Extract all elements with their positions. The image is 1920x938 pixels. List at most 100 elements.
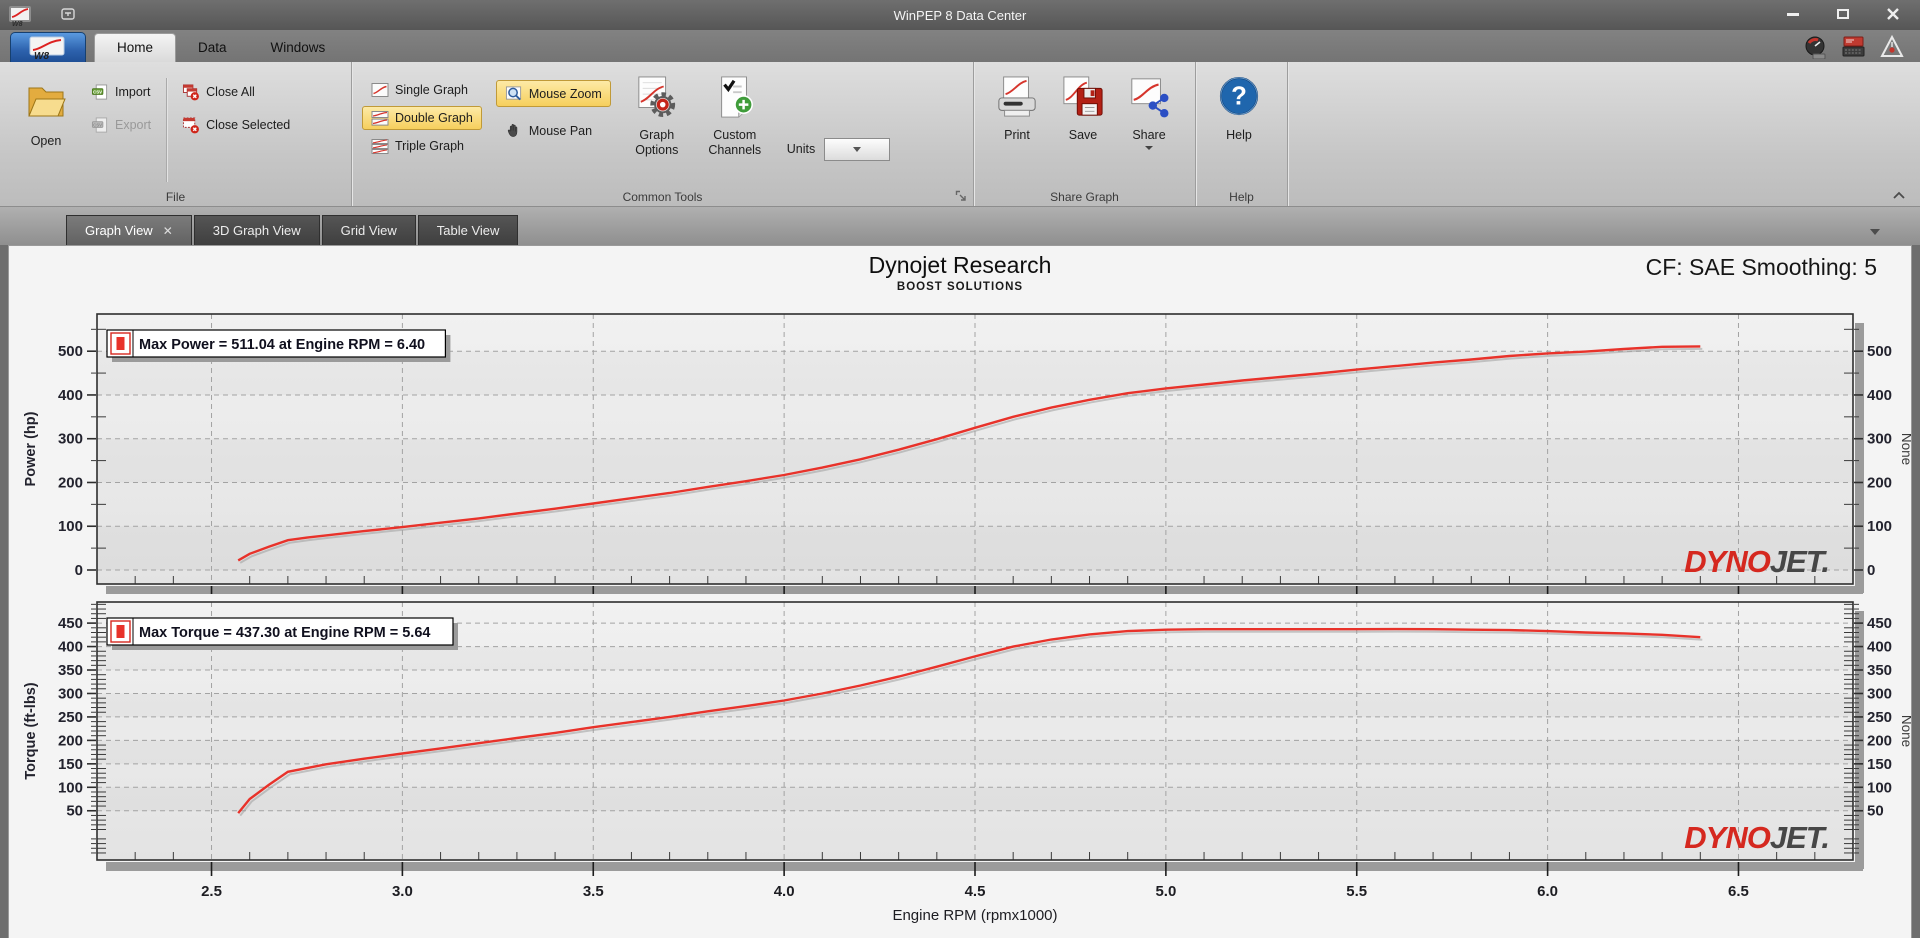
print-button[interactable]: Print <box>984 68 1050 186</box>
minimize-button[interactable] <box>1776 3 1810 25</box>
open-button[interactable]: Open <box>10 68 82 186</box>
svg-text:CSV: CSV <box>93 89 102 94</box>
question-icon: ? <box>1219 76 1259 116</box>
y-tick-label-right: 0 <box>1867 562 1875 579</box>
mouse-zoom-button[interactable]: Mouse Zoom <box>495 80 611 107</box>
double-graph-button[interactable]: Double Graph <box>362 106 482 130</box>
printer-icon <box>998 76 1036 117</box>
tab-list-dropdown-icon[interactable] <box>1870 229 1880 235</box>
title-bar: W8 WinPEP 8 Data Center <box>0 0 1920 30</box>
hand-icon <box>507 124 518 137</box>
close-button[interactable] <box>1876 3 1910 25</box>
power-chart[interactable]: DYNOJET. 0 0 100 100 200 200 300 300 400 400 500 500… <box>9 304 1911 594</box>
y-tick-label-right: 350 <box>1867 662 1892 679</box>
graph-title: Dynojet Research <box>868 252 1052 278</box>
window-title: WinPEP 8 Data Center <box>893 7 1027 23</box>
ribbon-group-share: Print Save Share Share Graph <box>974 62 1196 206</box>
graph-options-button[interactable]: Graph Options <box>621 68 693 186</box>
module-icon[interactable] <box>1842 35 1866 59</box>
y-tick-label-right: 300 <box>1867 431 1892 448</box>
y-tick-label: 50 <box>66 803 83 820</box>
y-tick-label-right: 450 <box>1867 615 1892 632</box>
chevron-up-icon[interactable] <box>1892 190 1906 202</box>
graph-header: Dynojet Research BOOST SOLUTIONS CF: SAE… <box>9 246 1911 304</box>
custom-channels-button[interactable]: Custom Channels <box>693 68 777 186</box>
ribbon: Open CSV Import CSV Export Close All Clo… <box>0 62 1920 207</box>
close-all-button[interactable]: Close All <box>173 80 299 104</box>
y-tick-label-right: 500 <box>1867 343 1892 360</box>
x-tick-label: 5.0 <box>1155 883 1176 900</box>
y-tick-label: 100 <box>58 779 83 796</box>
legend-text: Max Torque = 437.30 at Engine RPM = 5.64 <box>139 625 430 641</box>
close-selected-icon <box>183 116 200 133</box>
ribbon-group-file: Open CSV Import CSV Export Close All Clo… <box>0 62 352 206</box>
y-tick-label-right: 50 <box>1867 803 1884 820</box>
y-tick-label-right: 200 <box>1867 732 1892 749</box>
x-tick-label: 2.5 <box>201 883 222 900</box>
help-button[interactable]: ? Help <box>1206 68 1272 186</box>
tab-table-view[interactable]: Table View <box>417 215 519 245</box>
svg-text:CSV: CSV <box>93 122 102 127</box>
gauge-icon[interactable] <box>1804 35 1828 59</box>
y-tick-label-right: 150 <box>1867 756 1892 773</box>
csv-import-icon: CSV <box>91 83 108 100</box>
export-button[interactable]: CSV Export <box>82 113 160 137</box>
chart-shadow <box>106 862 1863 871</box>
winpep-window: W8 WinPEP 8 Data Center W8 Home Data Win… <box>0 0 1920 938</box>
tab-graph-view[interactable]: Graph View ✕ <box>66 215 192 245</box>
tab-grid-view[interactable]: Grid View <box>321 215 416 245</box>
units-dropdown[interactable] <box>824 137 891 161</box>
single-graph-button[interactable]: Single Graph <box>362 78 482 102</box>
close-all-icon <box>183 83 200 100</box>
group-label-common-tools: Common Tools <box>622 190 703 204</box>
save-button[interactable]: Save <box>1050 68 1116 186</box>
y-tick-label: 200 <box>58 732 83 749</box>
tab-3d-graph-view[interactable]: 3D Graph View <box>193 215 320 245</box>
y-tick-label-right: 400 <box>1867 639 1892 656</box>
y-tick-label-right: 300 <box>1867 685 1892 702</box>
x-tick-label: 4.0 <box>774 883 795 900</box>
svg-text:W8: W8 <box>34 51 49 61</box>
y-tick-label-right: 100 <box>1867 518 1892 535</box>
mouse-pan-button[interactable]: Mouse Pan <box>496 117 611 144</box>
units-label: Units <box>786 142 816 156</box>
csv-export-icon: CSV <box>91 116 108 133</box>
x-tick-label: 6.5 <box>1728 883 1749 900</box>
maximize-button[interactable] <box>1826 3 1860 25</box>
document-tab-bar: Graph View ✕ 3D Graph View Grid View Tab… <box>0 207 1920 245</box>
tab-windows[interactable]: Windows <box>249 34 348 62</box>
y-tick-label: 350 <box>58 662 83 679</box>
close-selected-button[interactable]: Close Selected <box>173 113 299 137</box>
ribbon-group-help: ? Help Help <box>1196 62 1288 206</box>
graph-subtitle: BOOST SOLUTIONS <box>896 281 1024 293</box>
check-plus-icon <box>720 76 753 118</box>
group-label-share: Share Graph <box>1050 190 1119 204</box>
y-tick-label-right: 250 <box>1867 709 1892 726</box>
close-tab-icon[interactable]: ✕ <box>163 224 173 238</box>
tab-home[interactable]: Home <box>94 33 177 62</box>
group-label-file: File <box>165 190 186 204</box>
share-button[interactable]: Share <box>1116 68 1182 186</box>
y-tick-label-right: 400 <box>1867 387 1892 404</box>
x-tick-label: 6.0 <box>1537 883 1558 900</box>
import-button[interactable]: CSV Import <box>82 80 160 104</box>
application-button[interactable]: W8 <box>10 32 86 62</box>
x-tick-label: 5.5 <box>1346 883 1367 900</box>
tab-data[interactable]: Data <box>176 34 249 62</box>
triple-graph-button[interactable]: Triple Graph <box>362 134 482 158</box>
y-tick-label-right: 100 <box>1867 779 1892 796</box>
y-tick-label: 300 <box>58 431 83 448</box>
triple-graph-icon <box>371 138 389 154</box>
y-tick-label: 400 <box>58 639 83 656</box>
y-tick-label: 300 <box>58 685 83 702</box>
legend: Max Power = 511.04 at Engine RPM = 6.40 <box>106 329 451 362</box>
gear-icon <box>638 76 675 118</box>
correction-smoothing-label: CF: SAE Smoothing: 5 <box>1645 254 1877 280</box>
x-tick-label: 3.5 <box>583 883 604 900</box>
double-graph-icon <box>371 110 389 126</box>
y-axis-title: Power (hp) <box>23 411 39 486</box>
torque-chart[interactable]: DYNOJET. 50 50 100 100 150 150 200 200 250 250 300 3… <box>9 594 1911 924</box>
y-tick-label: 200 <box>58 474 83 491</box>
y-tick-label: 100 <box>58 518 83 535</box>
warning-triangle-icon[interactable] <box>1880 35 1904 59</box>
